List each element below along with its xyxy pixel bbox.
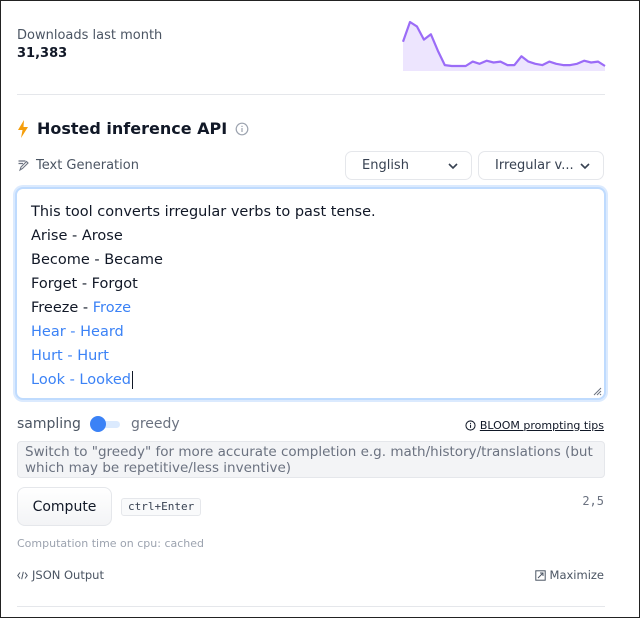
maximize-label: Maximize [549, 568, 604, 582]
chevron-down-icon [448, 162, 458, 169]
generated-line-last: Look - Looked [31, 368, 590, 392]
sampling-toggle-row: sampling greedy [17, 416, 180, 432]
sampling-label: sampling [17, 416, 81, 432]
maximize-icon [534, 569, 546, 581]
example-value: Irregular v... [495, 158, 574, 173]
greedy-label: greedy [130, 416, 180, 432]
prompting-tips-link[interactable]: BLOOM prompting tips [465, 419, 604, 432]
prompting-tips-text: BLOOM prompting tips [479, 419, 604, 432]
maximize-button[interactable]: Maximize [534, 568, 604, 582]
prompt-line: Arise - Arose [31, 228, 123, 244]
downloads-sparkline [401, 20, 606, 71]
divider [17, 94, 605, 95]
downloads-count: 31,383 [17, 46, 68, 61]
prompt-fragment: Freeze - [31, 300, 93, 316]
prompt-line: Forget - Forgot [31, 276, 138, 292]
generated-line: Hear - Heard [31, 324, 124, 340]
sampling-hint: Switch to "greedy" for more accurate com… [17, 441, 605, 478]
inference-header: Hosted inference API [17, 119, 249, 138]
resize-grip-icon[interactable] [592, 386, 602, 396]
toggle-knob [89, 416, 106, 432]
generated-fragment: Froze [92, 300, 132, 316]
info-icon[interactable] [235, 122, 249, 136]
json-output-label: JSON Output [32, 568, 104, 582]
task-name: Text Generation [36, 158, 139, 173]
prompt-line: This tool converts irregular verbs to pa… [31, 204, 376, 220]
chevron-down-icon [580, 162, 590, 169]
mixed-line: Freeze - Froze [31, 296, 590, 320]
language-select[interactable]: English [345, 151, 472, 180]
prompt-textarea[interactable]: This tool converts irregular verbs to pa… [15, 187, 606, 400]
language-value: English [362, 158, 409, 173]
text-caret [132, 371, 133, 389]
computation-time: Computation time on cpu: cached [17, 537, 205, 550]
inference-title: Hosted inference API [37, 119, 228, 138]
divider [17, 606, 605, 607]
generated-line: Hurt - Hurt [31, 348, 109, 364]
character-count: 2,5 [582, 494, 604, 508]
generated-text: Look - Looked [31, 372, 131, 388]
info-icon [465, 420, 476, 431]
json-output-button[interactable]: JSON Output [17, 568, 104, 582]
text-generation-icon [18, 160, 29, 172]
code-icon [17, 571, 28, 579]
prompt-line: Become - Became [31, 252, 163, 268]
compute-button[interactable]: Compute [17, 487, 112, 526]
keyboard-shortcut: ctrl+Enter [121, 498, 202, 516]
model-widget: Downloads last month 31,383 Hosted infer… [1, 1, 639, 617]
example-select[interactable]: Irregular v... [478, 151, 604, 180]
lightning-icon [18, 119, 28, 138]
task-label: Text Generation [17, 158, 139, 173]
sampling-toggle[interactable] [89, 416, 122, 432]
downloads-label: Downloads last month [17, 28, 163, 43]
